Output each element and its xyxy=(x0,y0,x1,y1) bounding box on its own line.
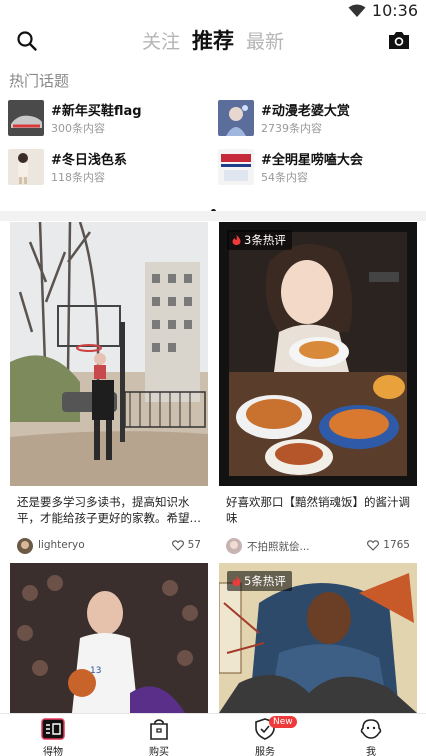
feed-card[interactable]: 还是要多学习多读书，提高知识水平，才能给孩子更好的家教。希望… lightery… xyxy=(10,222,208,558)
nav-home[interactable]: 得物 xyxy=(0,714,106,756)
topic-name: #冬日浅色系 xyxy=(51,153,127,168)
topic-thumbnail xyxy=(218,100,254,136)
nav-label: 得物 xyxy=(43,747,63,756)
tab-following[interactable]: 关注 xyxy=(142,27,180,57)
status-time: 10:36 xyxy=(371,1,418,20)
nav-buy[interactable]: 购买 xyxy=(106,714,212,756)
like-count: 57 xyxy=(187,539,201,551)
badge-text: 5条热评 xyxy=(244,574,286,588)
nav-label: 服务 xyxy=(255,747,275,756)
heart-icon xyxy=(367,539,380,551)
author-name[interactable]: lighteryo xyxy=(38,539,85,551)
post-image xyxy=(10,222,208,486)
wifi-icon xyxy=(348,4,366,17)
topic-thumbnail xyxy=(8,100,44,136)
nav-me[interactable]: 我 xyxy=(318,714,424,756)
app-root: 10:36 关注 推荐 最新 热门话题 #新年买鞋flag 300条内容 #动漫… xyxy=(0,0,426,756)
post-image: 13 xyxy=(10,563,208,713)
heart-icon xyxy=(171,539,184,551)
topic-count: 300条内容 xyxy=(51,122,105,135)
topic-name: #动漫老婆大赏 xyxy=(261,104,350,119)
nav-service[interactable]: New 服务 xyxy=(212,714,318,756)
post-meta: 不拍照就侩... 1765 xyxy=(219,536,417,558)
home-logo-icon xyxy=(41,718,65,740)
hot-topics-title: 热门话题 xyxy=(9,72,70,90)
topic-count: 118条内容 xyxy=(51,171,105,184)
avatar[interactable] xyxy=(17,538,33,554)
new-badge: New xyxy=(269,716,297,728)
topic-item[interactable]: #全明星唠嗑大会 54条内容 xyxy=(218,147,418,187)
hot-comments-badge: 3条热评 xyxy=(227,230,292,250)
camera-icon[interactable] xyxy=(388,30,410,50)
topic-name: #全明星唠嗑大会 xyxy=(261,153,363,168)
bottom-nav: 得物 购买 New 服务 我 xyxy=(0,713,426,756)
top-header: 关注 推荐 最新 xyxy=(0,24,426,58)
fire-icon xyxy=(232,576,241,586)
post-image: 5条热评 xyxy=(219,563,417,713)
topic-thumbnail xyxy=(8,149,44,185)
topic-item[interactable]: #新年买鞋flag 300条内容 xyxy=(8,98,208,138)
author-name[interactable]: 不拍照就侩... xyxy=(247,539,310,554)
badge-text: 3条热评 xyxy=(244,233,286,247)
like-button[interactable]: 1765 xyxy=(367,539,410,551)
nav-label: 购买 xyxy=(149,747,169,756)
hot-comments-badge: 5条热评 xyxy=(227,571,292,591)
topic-thumbnail xyxy=(218,149,254,185)
topic-item[interactable]: #动漫老婆大赏 2739条内容 xyxy=(218,98,418,138)
like-button[interactable]: 57 xyxy=(171,539,201,551)
status-bar: 10:36 xyxy=(0,0,426,22)
avatar[interactable] xyxy=(226,538,242,554)
shopping-bag-icon xyxy=(150,719,168,740)
like-count: 1765 xyxy=(383,539,410,551)
fire-icon xyxy=(232,235,241,245)
nav-label: 我 xyxy=(366,747,376,756)
tab-latest[interactable]: 最新 xyxy=(246,27,284,57)
post-image: 3条热评 xyxy=(219,222,417,486)
feed-tabs: 关注 推荐 最新 xyxy=(0,26,426,57)
feed-card[interactable]: 3条热评 好喜欢那口【黯然销魂饭】的酱汁调味 不拍照就侩... 1765 xyxy=(219,222,417,558)
post-meta: lighteryo 57 xyxy=(10,536,208,558)
tab-recommended[interactable]: 推荐 xyxy=(192,26,234,56)
post-description: 好喜欢那口【黯然销魂饭】的酱汁调味 xyxy=(226,495,410,525)
profile-mascot-icon xyxy=(360,719,382,739)
section-divider xyxy=(0,211,426,221)
topic-count: 54条内容 xyxy=(261,171,308,184)
feed-card[interactable]: 13 xyxy=(10,563,208,713)
topic-count: 2739条内容 xyxy=(261,122,322,135)
topic-name: #新年买鞋flag xyxy=(51,104,142,119)
post-description: 还是要多学习多读书，提高知识水平，才能给孩子更好的家教。希望… xyxy=(17,495,201,525)
feed-card[interactable]: 5条热评 xyxy=(219,563,417,713)
topic-item[interactable]: #冬日浅色系 118条内容 xyxy=(8,147,208,187)
